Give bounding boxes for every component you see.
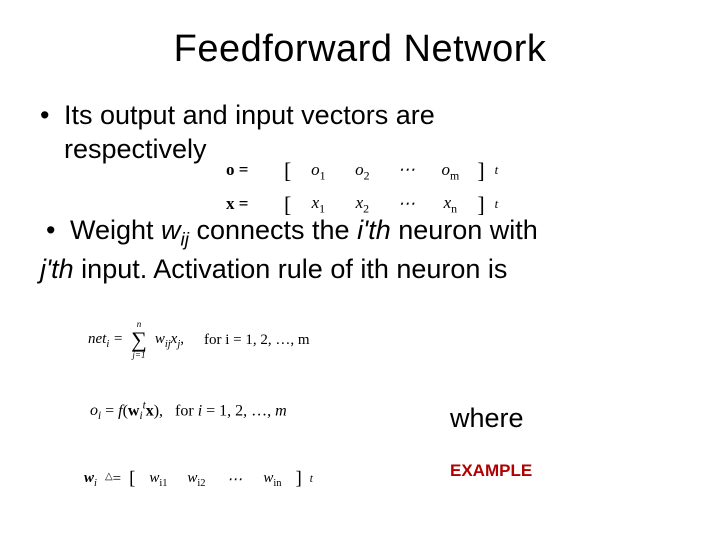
example-link[interactable]: EXAMPLE [450, 461, 532, 481]
slide-title: Feedforward Network [40, 28, 680, 71]
equation-output-activation: oi = f(witx), for i = 1, 2, …, m [90, 400, 287, 423]
equation-weight-vector: wi △= [ wi1 wi2 ⋯ win ]t [84, 468, 313, 490]
bullet-dot-icon: • [40, 213, 70, 248]
equation-output-input-vectors: o = [ o1 o2 ⋯ om ]t x = [ x1 x2 ⋯ xn ]t [226, 156, 498, 219]
bullet-weight-rule: •Weight wij connects the i'th neuron wit… [40, 213, 680, 288]
equation-net: neti = n ∑ j=1 wijxj, for i = 1, 2, …, m [88, 320, 310, 360]
where-label: where [450, 403, 524, 434]
sigma-icon: n ∑ j=1 [131, 320, 147, 360]
bullet1-line2: respectively [64, 134, 207, 164]
bullet-dot-icon: • [40, 99, 64, 133]
slide: Feedforward Network •Its output and inpu… [0, 0, 720, 540]
bullet1-line1: Its output and input vectors are [64, 100, 435, 130]
